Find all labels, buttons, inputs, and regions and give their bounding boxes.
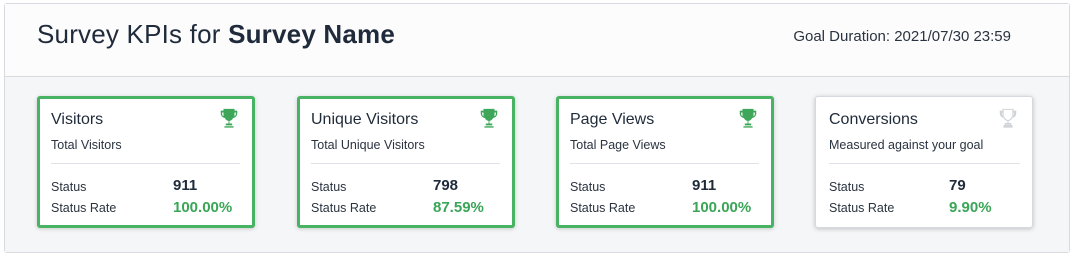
trophy-icon [999, 108, 1017, 128]
card-title: Unique Visitors [311, 111, 419, 128]
card-divider [829, 163, 1020, 164]
kpi-card-conversions[interactable]: Conversions Measured against your goal S… [815, 96, 1033, 228]
goal-duration-label: Goal Duration: [793, 28, 891, 45]
status-rate-label: Status Rate [829, 201, 895, 215]
status-label: Status [570, 180, 606, 194]
status-value: 79 [949, 177, 966, 194]
status-label: Status [311, 180, 347, 194]
card-divider [51, 163, 240, 164]
status-rate-value: 100.00% [692, 199, 752, 216]
status-rate-label: Status Rate [570, 201, 636, 215]
kpi-card-unique-visitors[interactable]: Unique Visitors Total Unique Visitors St… [297, 96, 515, 228]
card-subtitle: Total Unique Visitors [311, 138, 425, 152]
status-rate-value: 9.90% [949, 199, 992, 216]
status-rate-label: Status Rate [311, 201, 377, 215]
page-title: Survey KPIs for Survey Name [37, 19, 395, 50]
card-subtitle: Total Visitors [51, 138, 122, 152]
card-divider [570, 163, 759, 164]
kpi-card-page-views[interactable]: Page Views Total Page Views Status 911 S… [556, 96, 774, 228]
card-title: Conversions [829, 111, 918, 128]
card-title: Visitors [51, 111, 104, 128]
trophy-icon [739, 108, 757, 128]
kpi-header: Survey KPIs for Survey Name Goal Duratio… [5, 4, 1069, 77]
status-label: Status [51, 180, 87, 194]
card-divider [311, 163, 500, 164]
status-label: Status [829, 180, 865, 194]
card-subtitle: Total Page Views [570, 138, 666, 152]
trophy-icon [220, 108, 238, 128]
card-subtitle: Measured against your goal [829, 138, 984, 152]
survey-name: Survey Name [228, 19, 396, 49]
status-rate-value: 87.59% [433, 199, 484, 216]
title-prefix: Survey KPIs for [37, 19, 221, 49]
trophy-icon [480, 108, 498, 128]
status-value: 911 [692, 177, 717, 194]
status-value: 911 [173, 177, 198, 194]
status-rate-value: 100.00% [173, 199, 233, 216]
goal-duration-value: 2021/07/30 23:59 [894, 28, 1011, 45]
goal-duration: Goal Duration: 2021/07/30 23:59 [793, 28, 1011, 45]
card-title: Page Views [570, 111, 655, 128]
kpi-card-visitors[interactable]: Visitors Total Visitors Status 911 Statu… [37, 96, 255, 228]
status-value: 798 [433, 177, 459, 194]
status-rate-label: Status Rate [51, 201, 117, 215]
